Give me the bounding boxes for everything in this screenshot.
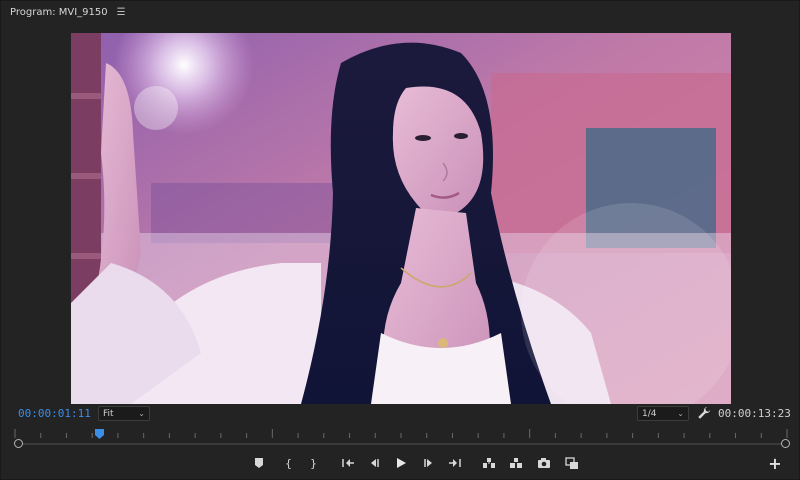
- mark-in-icon: {: [285, 457, 292, 470]
- add-marker-button[interactable]: [250, 454, 268, 472]
- step-back-icon: [371, 459, 379, 467]
- zoom-level-value: Fit: [103, 408, 114, 419]
- current-timecode[interactable]: 00:00:01:11: [18, 407, 91, 420]
- play-icon: [397, 458, 406, 468]
- program-monitor-panel: Program: MVI_9150 ☰ 00:00:01:11 Fit ⌄ 1/…: [0, 0, 800, 480]
- step-forward-icon: [424, 459, 432, 467]
- go-to-in-icon: [342, 459, 354, 467]
- zoom-scrollbar-left-handle[interactable]: [14, 439, 23, 448]
- wrench-icon[interactable]: [697, 406, 711, 420]
- time-ruler[interactable]: [11, 426, 791, 438]
- go-to-out-button[interactable]: [446, 454, 464, 472]
- playback-resolution-select[interactable]: 1/4 ⌄: [637, 406, 689, 421]
- compare-icon: [565, 457, 578, 469]
- zoom-level-select[interactable]: Fit ⌄: [98, 406, 150, 421]
- info-row: 00:00:01:11 Fit ⌄ 1/4 ⌄ 00:00:13:23: [1, 405, 800, 423]
- chevron-down-icon: ⌄: [138, 409, 145, 418]
- extract-icon: [510, 458, 522, 468]
- step-back-button[interactable]: [365, 454, 383, 472]
- svg-text:{: {: [285, 457, 292, 470]
- transport-controls: { }: [1, 454, 800, 474]
- play-button[interactable]: [392, 454, 410, 472]
- duration-timecode: 00:00:13:23: [718, 407, 791, 420]
- extract-button[interactable]: [507, 454, 525, 472]
- video-viewer[interactable]: [71, 33, 731, 404]
- lift-button[interactable]: [480, 454, 498, 472]
- go-to-in-button[interactable]: [339, 454, 357, 472]
- button-editor-plus-icon[interactable]: +: [767, 456, 783, 472]
- panel-title: Program: MVI_9150: [10, 6, 108, 18]
- mark-out-button[interactable]: }: [304, 454, 322, 472]
- panel-header: Program: MVI_9150 ☰: [1, 1, 800, 23]
- marker-icon: [255, 458, 263, 468]
- playhead-handle[interactable]: [95, 429, 105, 439]
- hamburger-icon[interactable]: ☰: [117, 7, 126, 18]
- zoom-scrollbar-track[interactable]: [18, 443, 785, 445]
- step-forward-button[interactable]: [420, 454, 438, 472]
- playback-resolution-value: 1/4: [642, 408, 657, 419]
- comparison-view-button[interactable]: [563, 454, 581, 472]
- mark-in-button[interactable]: {: [279, 454, 297, 472]
- zoom-scrollbar-right-handle[interactable]: [781, 439, 790, 448]
- lift-icon: [483, 458, 495, 468]
- mark-out-icon: }: [310, 457, 317, 470]
- video-frame: [71, 33, 731, 404]
- export-frame-button[interactable]: [535, 454, 553, 472]
- go-to-out-icon: [449, 459, 461, 467]
- chevron-down-icon: ⌄: [677, 409, 684, 418]
- svg-text:}: }: [310, 457, 317, 470]
- camera-icon: [538, 458, 550, 468]
